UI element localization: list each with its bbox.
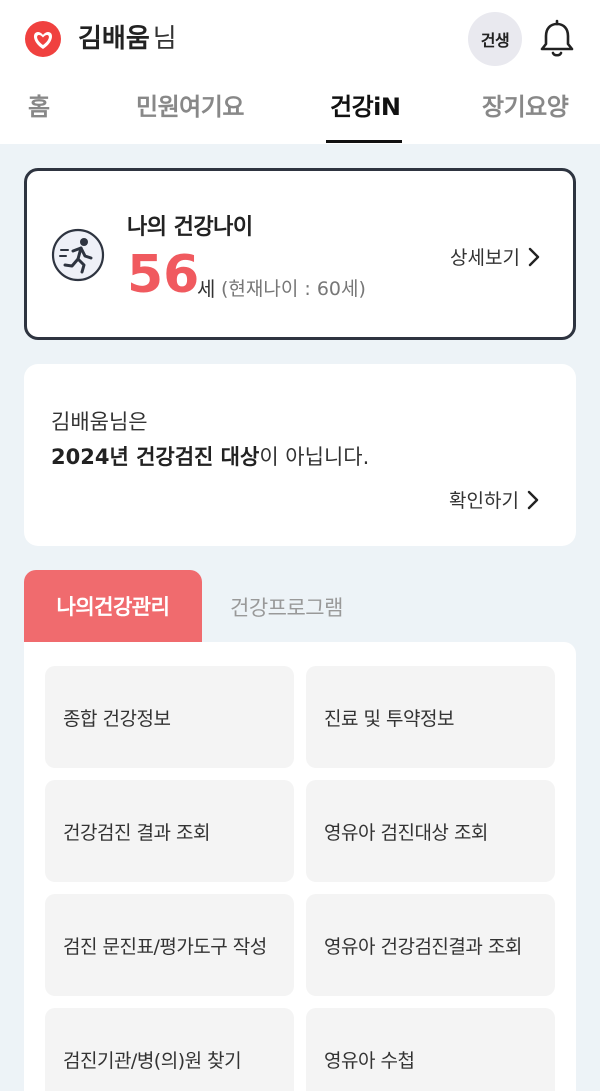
user-name: 김배움 — [78, 24, 150, 54]
health-age-unit: 세 — [197, 277, 216, 301]
checkup-status-card: 김배움님은 2024년 건강검진 대상이 아닙니다. 확인하기 — [24, 364, 576, 546]
menu-item-checkup-results[interactable]: 건강검진 결과 조회 — [45, 780, 294, 882]
user-greeting: 김배움 님 — [78, 22, 177, 56]
detail-link[interactable]: 상세보기 — [450, 243, 540, 270]
checkup-status-text: 이 아닙니다. — [259, 445, 370, 469]
checkup-line-status: 2024년 건강검진 대상이 아닙니다. — [51, 441, 369, 471]
menu-item-infant-checkup-target[interactable]: 영유아 검진대상 조회 — [306, 780, 555, 882]
menu-item-health-info[interactable]: 종합 건강정보 — [45, 666, 294, 768]
user-suffix: 님 — [152, 24, 177, 54]
menu-item-find-hospital[interactable]: 검진기관/병(의)원 찾기 — [45, 1008, 294, 1091]
chevron-right-icon — [528, 247, 540, 266]
confirm-link[interactable]: 확인하기 — [449, 486, 539, 513]
checkup-line-name: 김배움님은 — [51, 410, 148, 434]
checkup-target-text: 2024년 건강검진 대상 — [51, 445, 260, 469]
tab-long-term-care[interactable]: 장기요양 — [482, 90, 569, 124]
tab-civil-service[interactable]: 민원여기요 — [136, 90, 244, 124]
real-age-text: (현재나이 : 60세) — [221, 278, 366, 300]
active-tab-indicator — [326, 140, 402, 143]
health-age-value: 56 — [127, 245, 200, 305]
health-age-label: 나의 건강나이 — [127, 215, 253, 240]
tab-health-program[interactable]: 건강프로그램 — [230, 592, 343, 622]
menu-item-infant-handbook[interactable]: 영유아 수첩 — [306, 1008, 555, 1091]
menu-item-infant-checkup-results[interactable]: 영유아 건강검진결과 조회 — [306, 894, 555, 996]
bell-icon[interactable] — [536, 18, 578, 60]
profile-badge-button[interactable]: 건생 — [468, 12, 522, 66]
chevron-right-icon — [527, 490, 539, 509]
menu-item-questionnaire[interactable]: 검진 문진표/평가도구 작성 — [45, 894, 294, 996]
menu-item-treatment-info[interactable]: 진료 및 투약정보 — [306, 666, 555, 768]
tab-health-in[interactable]: 건강iN — [330, 90, 401, 124]
confirm-link-label: 확인하기 — [449, 490, 519, 512]
runner-icon — [51, 228, 105, 282]
menu-panel: 종합 건강정보 진료 및 투약정보 건강검진 결과 조회 영유아 검진대상 조회… — [24, 642, 576, 1091]
tab-my-health-management[interactable]: 나의건강관리 — [24, 570, 202, 642]
tab-home[interactable]: 홈 — [28, 90, 50, 124]
health-age-card[interactable]: 나의 건강나이 56 세 (현재나이 : 60세) 상세보기 — [24, 168, 576, 340]
app-header: 김배움 님 건생 홈 민원여기요 건강iN 장기요양 — [0, 0, 600, 144]
detail-link-label: 상세보기 — [450, 247, 520, 269]
heart-logo-icon[interactable] — [24, 20, 62, 58]
